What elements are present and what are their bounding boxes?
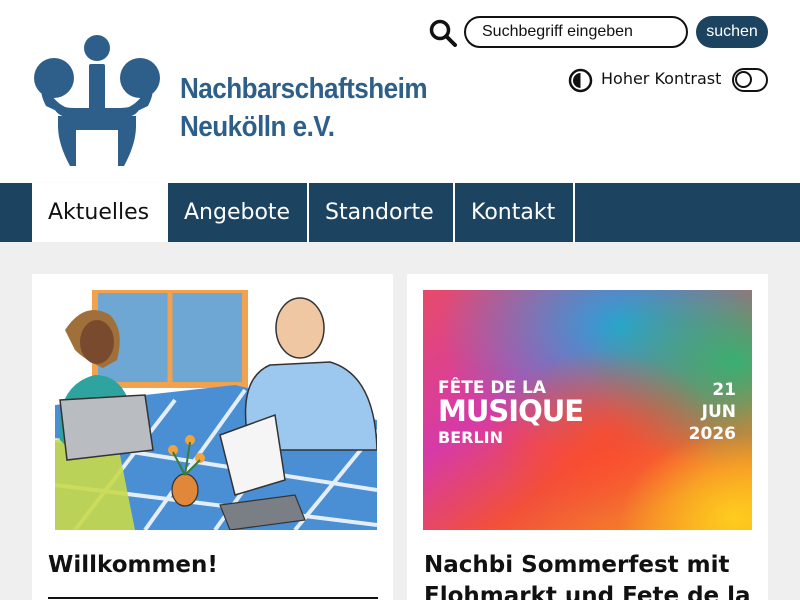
search-input[interactable] <box>464 16 688 48</box>
search-button[interactable]: suchen <box>696 16 768 48</box>
fete-date-year: 2026 <box>688 424 736 444</box>
nav-item-aktuelles[interactable]: Aktuelles <box>32 183 168 242</box>
nachbarschaftsheim-logo[interactable] <box>32 34 162 166</box>
fete-de-la-musique-image[interactable]: FÊTE DE LA MUSIQUE BERLIN 21 JUN 2026 <box>423 290 752 530</box>
contrast-label: Hoher Kontrast <box>601 69 722 88</box>
contrast-toggle[interactable] <box>732 68 768 92</box>
card-title[interactable]: Willkommen! <box>48 550 378 581</box>
search-icon[interactable] <box>429 19 457 47</box>
fete-line2: MUSIQUE <box>438 394 584 428</box>
card-divider <box>48 597 378 599</box>
fete-date-day: 21 <box>712 380 736 400</box>
card-title[interactable]: Nachbi Sommerfest mit Flohmarkt und Fete… <box>424 550 754 600</box>
illustration-two-people-at-table[interactable] <box>55 290 377 530</box>
fete-date-month: JUN <box>701 402 736 422</box>
site-name[interactable]: Nachbarschaftsheim Neukölln e.V. <box>180 70 428 146</box>
main-navigation: Aktuelles Angebote Standorte Kontakt <box>0 183 800 242</box>
toggle-knob <box>735 71 752 88</box>
fete-line3: BERLIN <box>438 428 503 447</box>
news-card[interactable]: Willkommen! <box>32 274 393 600</box>
site-header: Nachbarschaftsheim Neukölln e.V. suchen … <box>0 0 800 183</box>
content-area: Willkommen! FÊTE DE LA MUSIQUE BERLIN 21… <box>0 242 800 600</box>
site-name-line1: Nachbarschaftsheim <box>180 73 428 105</box>
site-name-line2: Neukölln e.V. <box>180 111 335 143</box>
nav-item-standorte[interactable]: Standorte <box>309 183 455 242</box>
nav-item-angebote[interactable]: Angebote <box>168 183 309 242</box>
contrast-icon <box>568 68 593 93</box>
news-card[interactable]: FÊTE DE LA MUSIQUE BERLIN 21 JUN 2026 Na… <box>407 274 768 600</box>
nav-item-kontakt[interactable]: Kontakt <box>455 183 575 242</box>
